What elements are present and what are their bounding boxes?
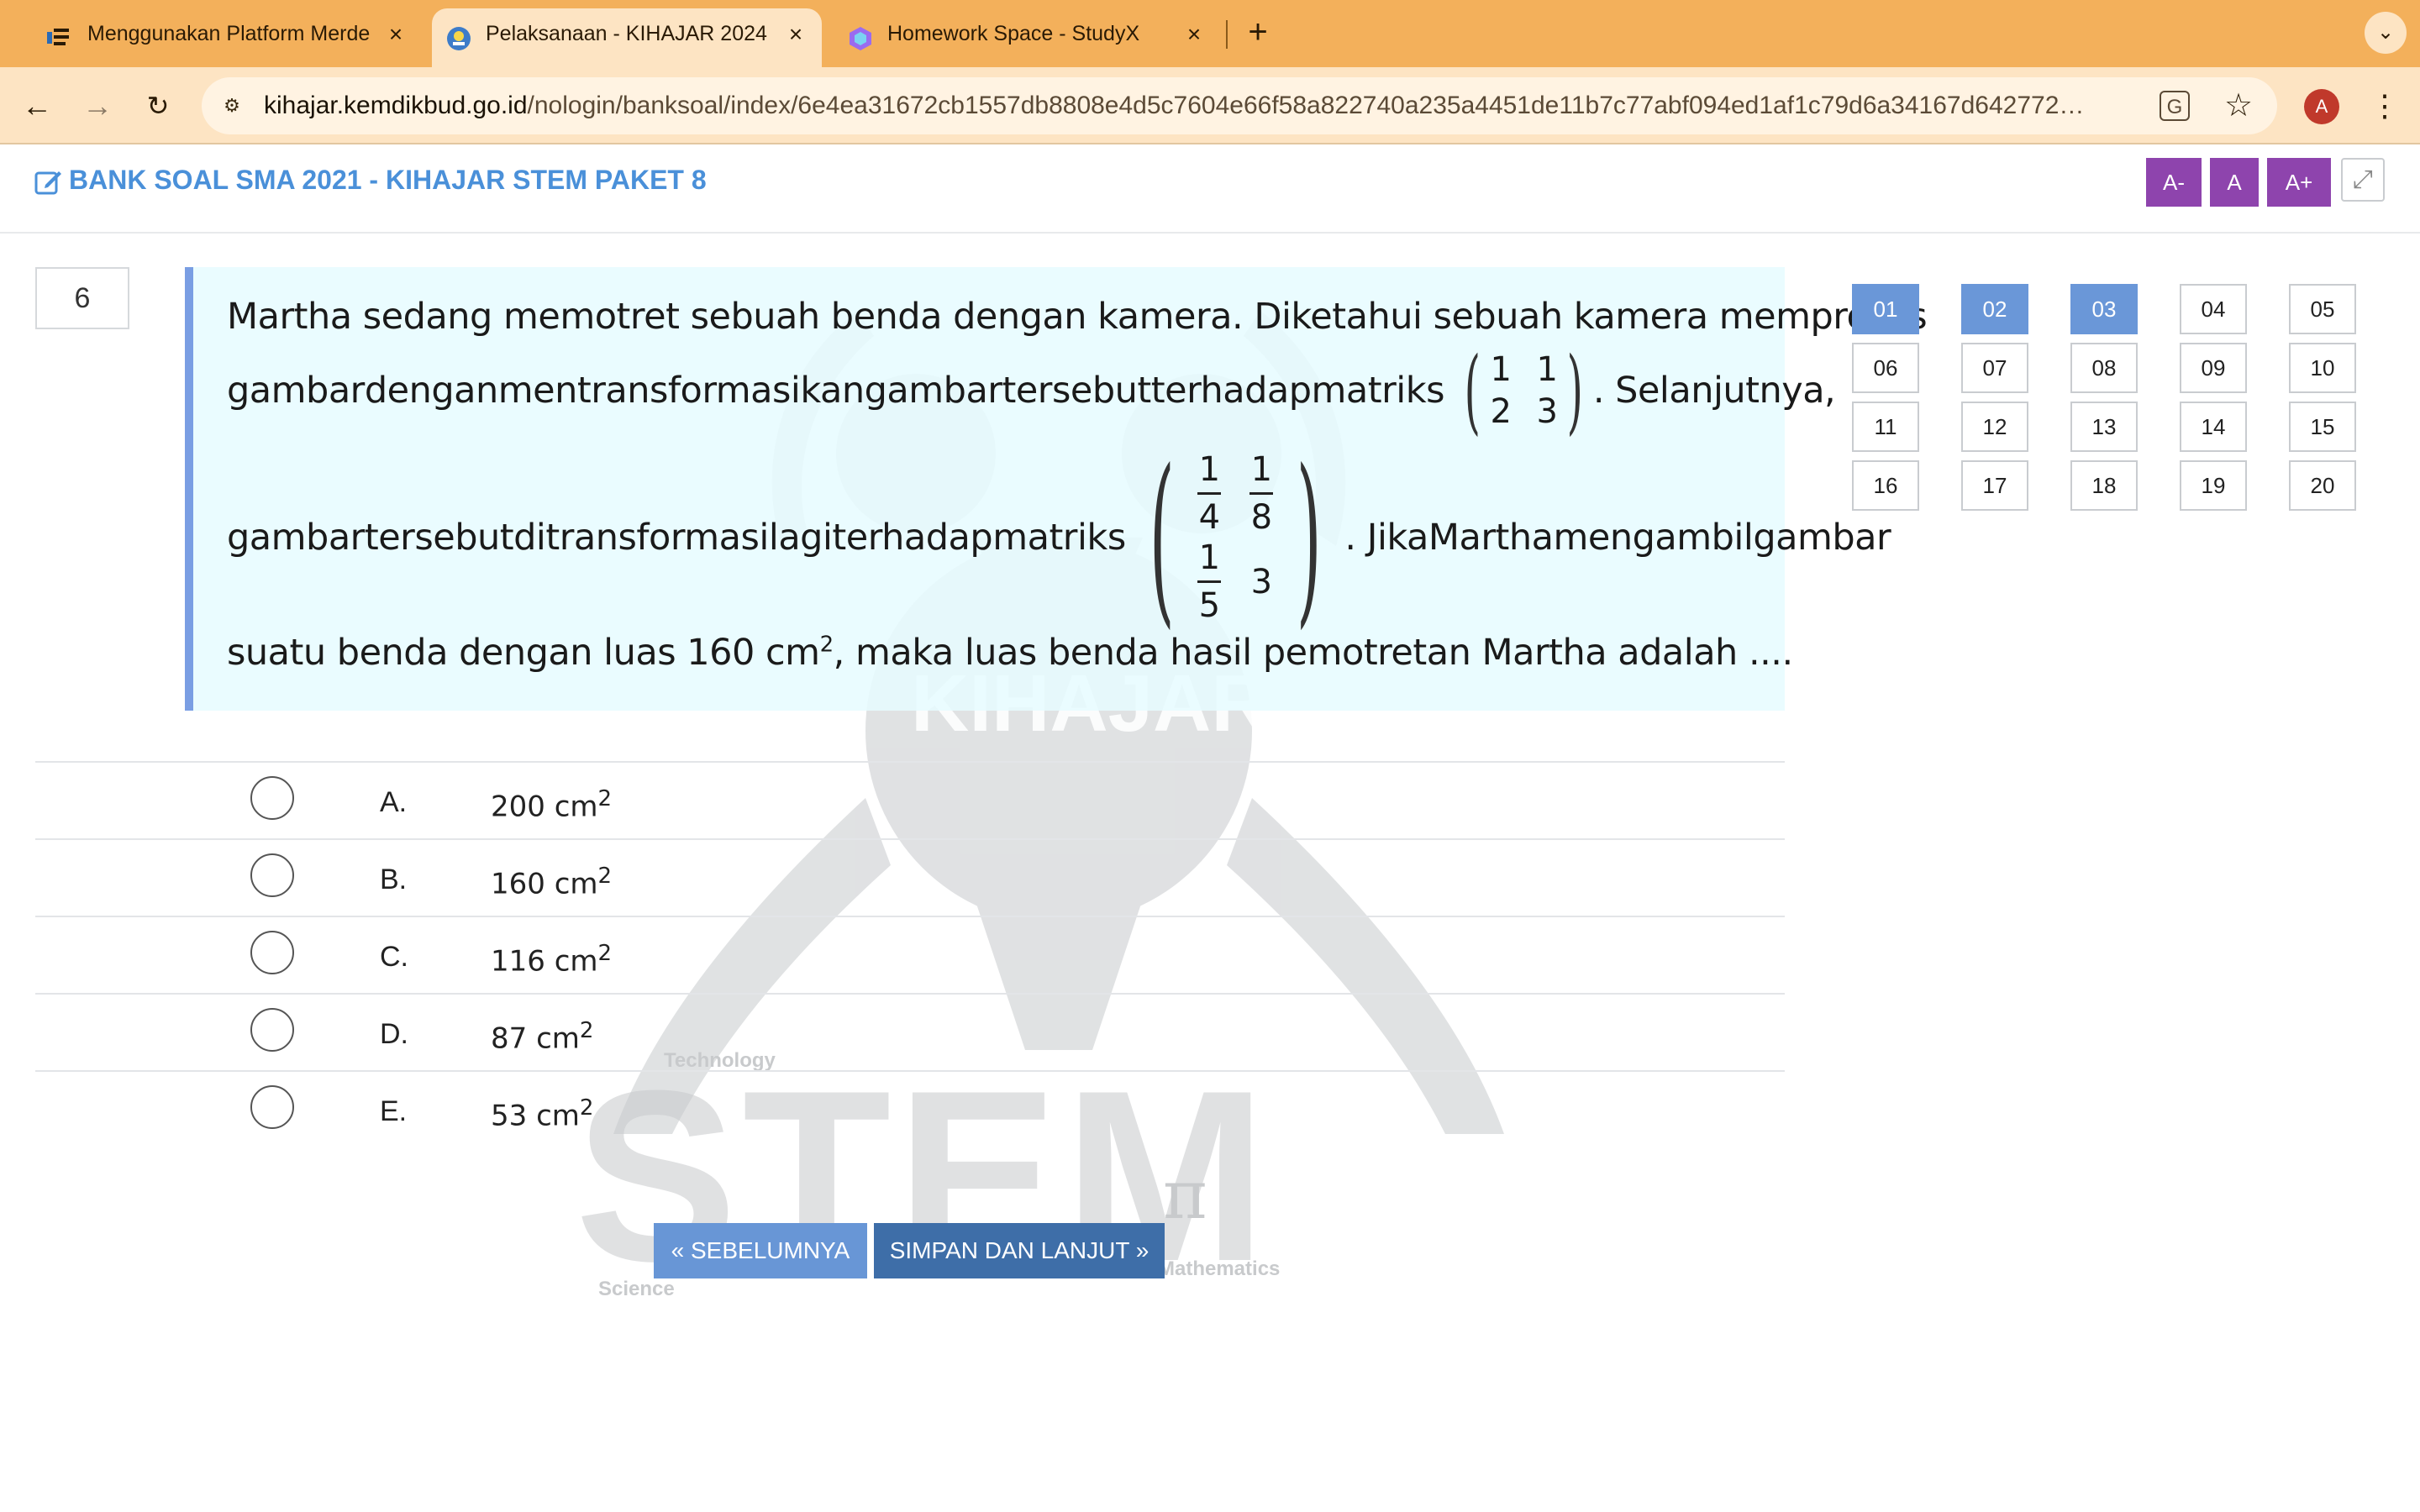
browser-tab-kihajar[interactable]: Pelaksanaan - KIHAJAR 2024 × (432, 8, 822, 67)
question-line-1: Martha sedang memotret sebuah benda deng… (227, 296, 1928, 338)
question-nav-button[interactable]: 05 (2289, 284, 2356, 334)
option-value: 116 cm2 (491, 941, 613, 979)
question-nav-button[interactable]: 02 (1961, 284, 2028, 334)
watermark-science-text: Science (598, 1278, 675, 1300)
question-line-2: gambar dengan mentransformasikan gambar … (227, 337, 1836, 444)
browser-toolbar: ← → ↻ ⚙ kihajar.kemdikbud.go.id/nologin/… (0, 67, 2420, 144)
question-nav-button[interactable]: 01 (1852, 284, 1919, 334)
question-nav-button[interactable]: 04 (2180, 284, 2247, 334)
merdeka-favicon-icon (47, 29, 69, 45)
question-nav-button[interactable]: 12 (1961, 402, 2028, 452)
page-title: BANK SOAL SMA 2021 - KIHAJAR STEM PAKET … (69, 165, 707, 195)
question-nav-button[interactable]: 10 (2289, 343, 2356, 393)
question-nav-button[interactable]: 13 (2070, 402, 2138, 452)
close-icon[interactable]: × (385, 23, 407, 46)
question-nav-button[interactable]: 20 (2289, 460, 2356, 511)
close-icon[interactable]: × (785, 23, 807, 46)
browser-tab-studyx[interactable]: Homework Space - StudyX × (822, 8, 1225, 67)
edit-icon (34, 171, 61, 195)
option-value: 87 cm2 (491, 1018, 594, 1056)
browser-tab-merdeka[interactable]: Menggunakan Platform Merde × (0, 8, 432, 67)
answer-option-e[interactable]: E. 53 cm2 (35, 1070, 1785, 1147)
option-letter: C. (380, 941, 408, 973)
radio-button[interactable] (250, 1085, 294, 1129)
previous-button[interactable]: « SEBELUMNYA (654, 1223, 867, 1278)
translate-icon[interactable]: G (2160, 91, 2190, 121)
font-reset-button[interactable]: A (2210, 158, 2259, 207)
question-nav-button[interactable]: 03 (2070, 284, 2138, 334)
reload-icon[interactable]: ↻ (138, 86, 178, 126)
radio-button[interactable] (250, 931, 294, 974)
question-nav-button[interactable]: 07 (1961, 343, 2028, 393)
answer-options: A. 200 cm2 B. 160 cm2 C. 116 cm2 D. 87 c… (35, 761, 1785, 1147)
matrix-2: ( 14 18 15 3 ) (1149, 430, 1322, 645)
tab-title: Pelaksanaan - KIHAJAR 2024 (486, 22, 767, 45)
answer-option-c[interactable]: C. 116 cm2 (35, 916, 1785, 993)
close-icon[interactable]: × (1183, 23, 1205, 46)
question-nav-button[interactable]: 09 (2180, 343, 2247, 393)
site-settings-icon[interactable]: ⚙ (215, 89, 249, 123)
watermark-pi-text: π (1163, 1156, 1207, 1234)
option-letter: B. (380, 864, 408, 895)
option-letter: A. (380, 786, 408, 818)
tab-title: Menggunakan Platform Merde (87, 22, 371, 45)
font-decrease-button[interactable]: A- (2146, 158, 2202, 207)
option-value: 53 cm2 (491, 1095, 594, 1133)
question-navigator: 01 02 03 04 05 06 07 08 09 10 11 12 13 14 15 16 17 18 19 20 (1852, 284, 2356, 511)
tab-title: Homework Space - StudyX (887, 22, 1140, 45)
radio-button[interactable] (250, 1008, 294, 1052)
browser-menu-icon[interactable]: ⋮ (2368, 86, 2402, 126)
question-nav-button[interactable]: 19 (2180, 460, 2247, 511)
option-value: 160 cm2 (491, 864, 613, 901)
font-increase-button[interactable]: A+ (2267, 158, 2331, 207)
question-number: 6 (35, 267, 129, 329)
question-nav-button[interactable]: 06 (1852, 343, 1919, 393)
question-nav-button[interactable]: 17 (1961, 460, 2028, 511)
new-tab-plus-icon[interactable]: + (1241, 15, 1275, 49)
option-value: 200 cm2 (491, 786, 613, 824)
question-nav-button[interactable]: 15 (2289, 402, 2356, 452)
tab-separator (1226, 20, 1228, 49)
back-arrow-icon[interactable]: ← (17, 86, 57, 126)
option-letter: E. (380, 1095, 408, 1127)
answer-option-d[interactable]: D. 87 cm2 (35, 993, 1785, 1070)
profile-avatar[interactable]: A (2304, 89, 2339, 124)
studyx-favicon-icon (850, 27, 871, 50)
answer-option-b[interactable]: B. 160 cm2 (35, 838, 1785, 916)
matrix-1: ( 1 1 2 3 ) (1464, 337, 1584, 444)
fullscreen-expand-icon[interactable]: ⤢ (2341, 158, 2385, 202)
question-line-3: gambar tersebut ditransformasi lagi terh… (227, 430, 1891, 645)
watermark-mathematics-text: Mathematics (1158, 1257, 1280, 1280)
radio-button[interactable] (250, 776, 294, 820)
address-bar[interactable]: ⚙ kihajar.kemdikbud.go.id/nologin/bankso… (202, 77, 2277, 134)
answer-option-a[interactable]: A. 200 cm2 (35, 761, 1785, 838)
question-nav-button[interactable]: 18 (2070, 460, 2138, 511)
save-and-next-button[interactable]: SIMPAN DAN LANJUT » (874, 1223, 1165, 1278)
browser-tab-bar: Menggunakan Platform Merde × Pelaksanaan… (0, 0, 2420, 67)
question-nav-button[interactable]: 08 (2070, 343, 2138, 393)
question-nav-button[interactable]: 11 (1852, 402, 1919, 452)
question-nav-button[interactable]: 16 (1852, 460, 1919, 511)
url-text[interactable]: kihajar.kemdikbud.go.id/nologin/banksoal… (264, 77, 2096, 134)
question-box: Martha sedang memotret sebuah benda deng… (185, 267, 1928, 711)
question-line-4: suatu benda dengan luas 160 cm2, maka lu… (227, 632, 1793, 674)
question-nav-button[interactable]: 14 (2180, 402, 2247, 452)
kemdikbud-favicon-icon (447, 27, 471, 50)
tab-search-chevron-down-icon[interactable]: ⌄ (2365, 12, 2407, 54)
radio-button[interactable] (250, 853, 294, 897)
forward-arrow-icon[interactable]: → (77, 86, 118, 126)
bookmark-star-icon[interactable]: ☆ (2218, 86, 2259, 126)
option-letter: D. (380, 1018, 408, 1050)
page-header: BANK SOAL SMA 2021 - KIHAJAR STEM PAKET … (0, 144, 2420, 234)
